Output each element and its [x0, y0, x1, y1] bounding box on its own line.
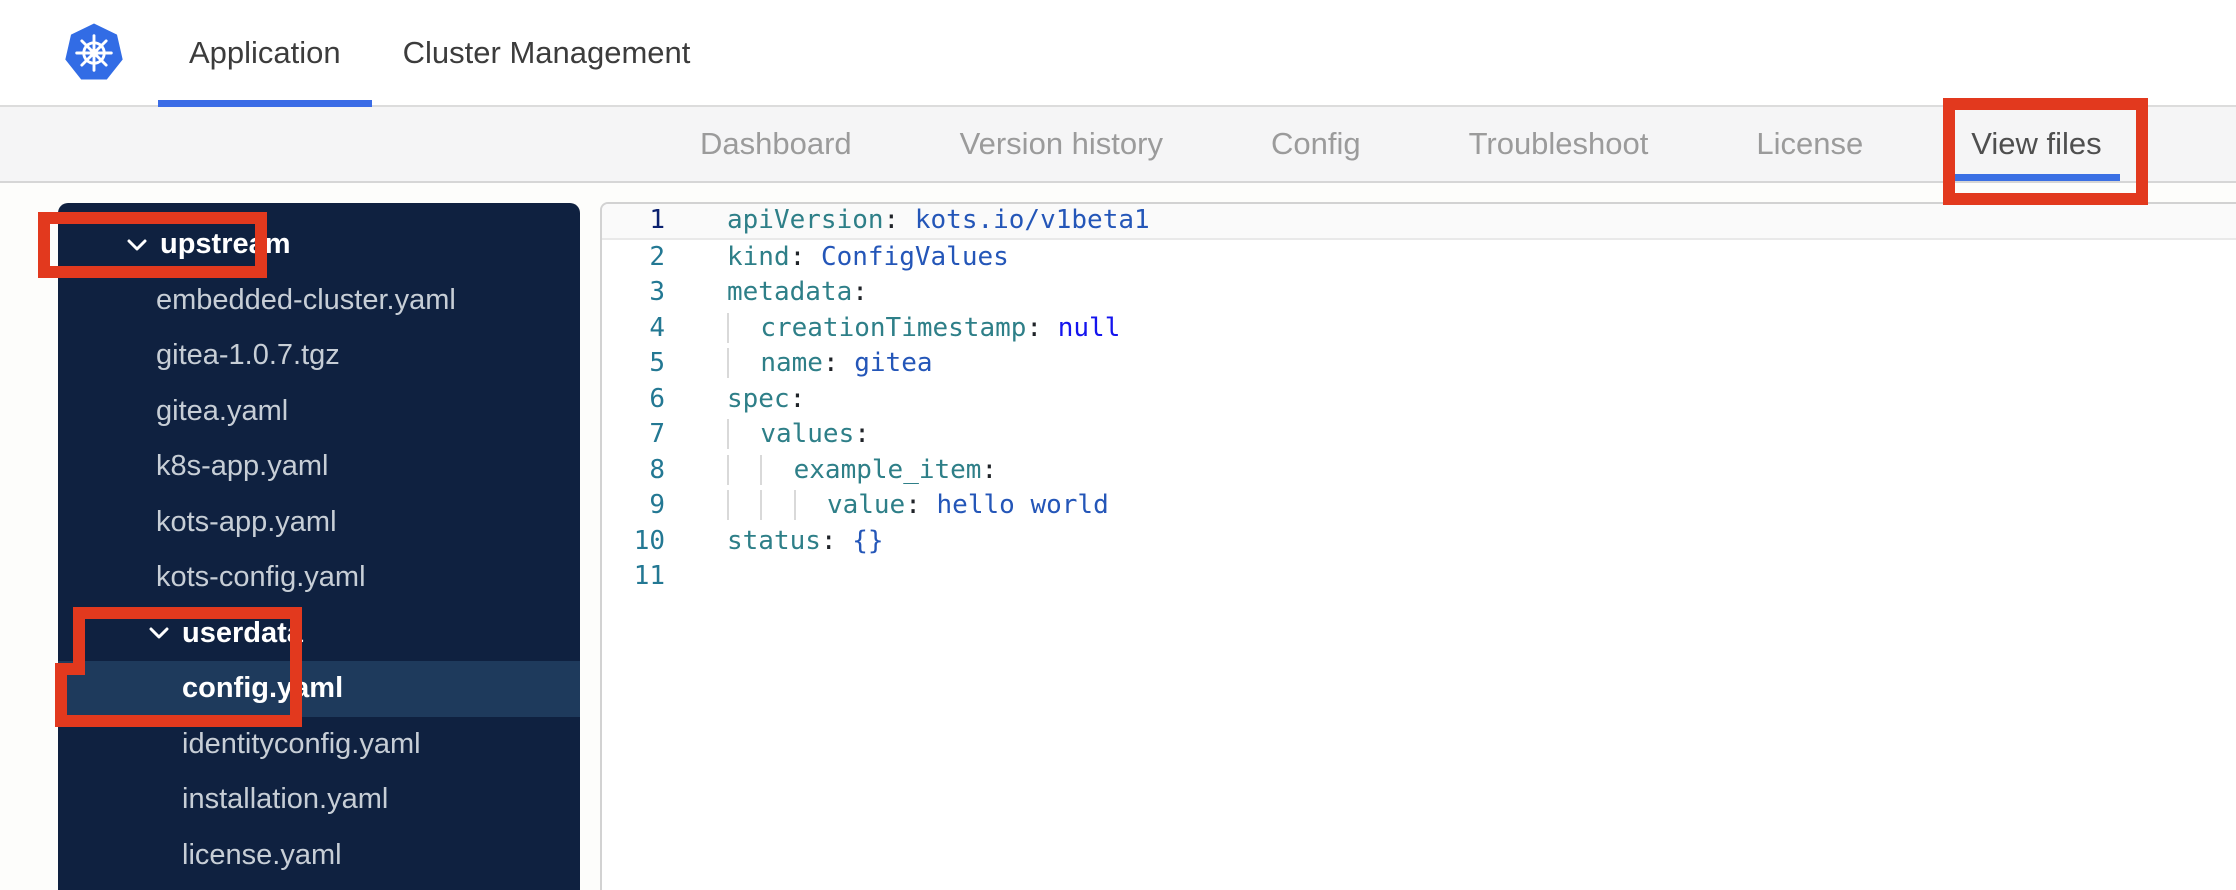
line-number: 9	[649, 490, 665, 520]
kubernetes-logo-svg	[65, 23, 123, 79]
code-line-5: 5 name: gitea	[602, 346, 2236, 382]
code-text: kind: ConfigValues	[727, 241, 1009, 272]
tree-item-label: kots-config.yaml	[156, 561, 366, 594]
code-line-4: 4 creationTimestamp: null	[602, 311, 2236, 347]
code-text: example_item:	[727, 453, 997, 489]
line-number: 4	[649, 312, 665, 343]
tree-file-license-yaml[interactable]: license.yaml	[58, 828, 580, 884]
line-number: 11	[633, 561, 665, 591]
code-line-8: 8 example_item:	[602, 453, 2236, 489]
code-line-7: 7 values:	[602, 417, 2236, 453]
line-number: 10	[633, 525, 665, 556]
code-text: values:	[727, 417, 870, 453]
tree-item-label: gitea-1.0.7.tgz	[156, 339, 340, 372]
tree-file-k8s-app-yaml[interactable]: k8s-app.yaml	[58, 439, 580, 495]
code-text: name: gitea	[727, 346, 933, 382]
line-number: 2	[649, 241, 665, 272]
subnav-tab-view-files[interactable]: View files	[1953, 107, 2121, 181]
tree-item-label: upstream	[160, 228, 291, 261]
tree-file-config-yaml[interactable]: config.yaml	[58, 661, 580, 717]
code-line-10: 10 status: {}	[602, 524, 2236, 560]
subnav-tab-config[interactable]: Config	[1271, 107, 1361, 181]
line-number: 5	[649, 348, 665, 378]
line-number: 1	[649, 205, 665, 235]
kubernetes-logo-icon[interactable]	[62, 0, 126, 105]
chevron-down-icon	[149, 627, 169, 639]
code-line-3: 3 metadata:	[602, 275, 2236, 311]
tree-item-label: embedded-cluster.yaml	[156, 283, 456, 316]
kots-admin-console: { "topbar": { "logo": "kubernetes-logo",…	[0, 0, 2236, 890]
tree-item-label: kots-app.yaml	[156, 505, 337, 538]
subnav-tab-dashboard[interactable]: Dashboard	[700, 107, 852, 181]
subnav-tab-version-history[interactable]: Version history	[960, 107, 1163, 181]
tree-file-kots-config-yaml[interactable]: kots-config.yaml	[58, 550, 580, 606]
code-line-11: 11	[602, 559, 2236, 595]
topbar-tab-cluster-management[interactable]: Cluster Management	[372, 0, 722, 105]
topbar-tab-application[interactable]: Application	[158, 0, 372, 107]
line-number: 8	[649, 454, 665, 485]
subnav-tab-troubleshoot[interactable]: Troubleshoot	[1469, 107, 1649, 181]
code-line-9: 9 value: hello world	[602, 488, 2236, 524]
line-number: 7	[649, 419, 665, 449]
code-text: status: {}	[727, 525, 884, 556]
tree-item-label: gitea.yaml	[156, 394, 289, 427]
tree-file-gitea-1-0-7-tgz[interactable]: gitea-1.0.7.tgz	[58, 328, 580, 384]
chevron-down-icon	[127, 239, 147, 251]
topbar: Application Cluster Management	[0, 0, 2236, 107]
topbar-tabs: Application Cluster Management	[158, 0, 722, 107]
tree-folder-upstream[interactable]: upstream	[58, 217, 580, 273]
tree-file-identityconfig-yaml[interactable]: identityconfig.yaml	[58, 717, 580, 773]
line-number: 6	[649, 383, 665, 414]
tree-file-installation-yaml[interactable]: installation.yaml	[58, 772, 580, 828]
code-text: value: hello world	[727, 488, 1109, 524]
code-line-6: 6 spec:	[602, 382, 2236, 418]
code-line-1: 1 apiVersion: kots.io/v1beta1	[602, 204, 2236, 240]
tree-item-label: k8s-app.yaml	[156, 450, 329, 483]
tree-item-label: installation.yaml	[182, 783, 389, 816]
code-text: metadata:	[727, 277, 868, 307]
tree-file-kots-app-yaml[interactable]: kots-app.yaml	[58, 495, 580, 551]
chevron-down-icon	[148, 626, 170, 640]
tree-item-label: license.yaml	[182, 838, 342, 871]
tree-item-label: userdata	[182, 616, 303, 649]
tree-folder-userdata[interactable]: userdata	[58, 606, 580, 662]
tree-file-embedded-cluster-yaml[interactable]: embedded-cluster.yaml	[58, 273, 580, 329]
code-line-2: 2 kind: ConfigValues	[602, 240, 2236, 276]
file-content-editor[interactable]: 1 apiVersion: kots.io/v1beta1 2 kind: Confi…	[600, 202, 2236, 890]
code-text: creationTimestamp: null	[727, 311, 1120, 347]
tree-item-label: identityconfig.yaml	[182, 727, 421, 760]
app-subnav: Dashboard Version history Config Troublesho…	[0, 107, 2236, 183]
tree-item-label: config.yaml	[182, 672, 344, 705]
tree-file-gitea-yaml[interactable]: gitea.yaml	[58, 384, 580, 440]
code-text: apiVersion: kots.io/v1beta1	[727, 205, 1150, 235]
code-text: spec:	[727, 383, 806, 414]
file-tree-sidebar: upstream embedded-cluster.yaml gitea-1.0.7…	[58, 203, 580, 890]
chevron-down-icon	[126, 238, 148, 252]
line-number: 3	[649, 277, 665, 307]
subnav-tab-license[interactable]: License	[1756, 107, 1863, 181]
